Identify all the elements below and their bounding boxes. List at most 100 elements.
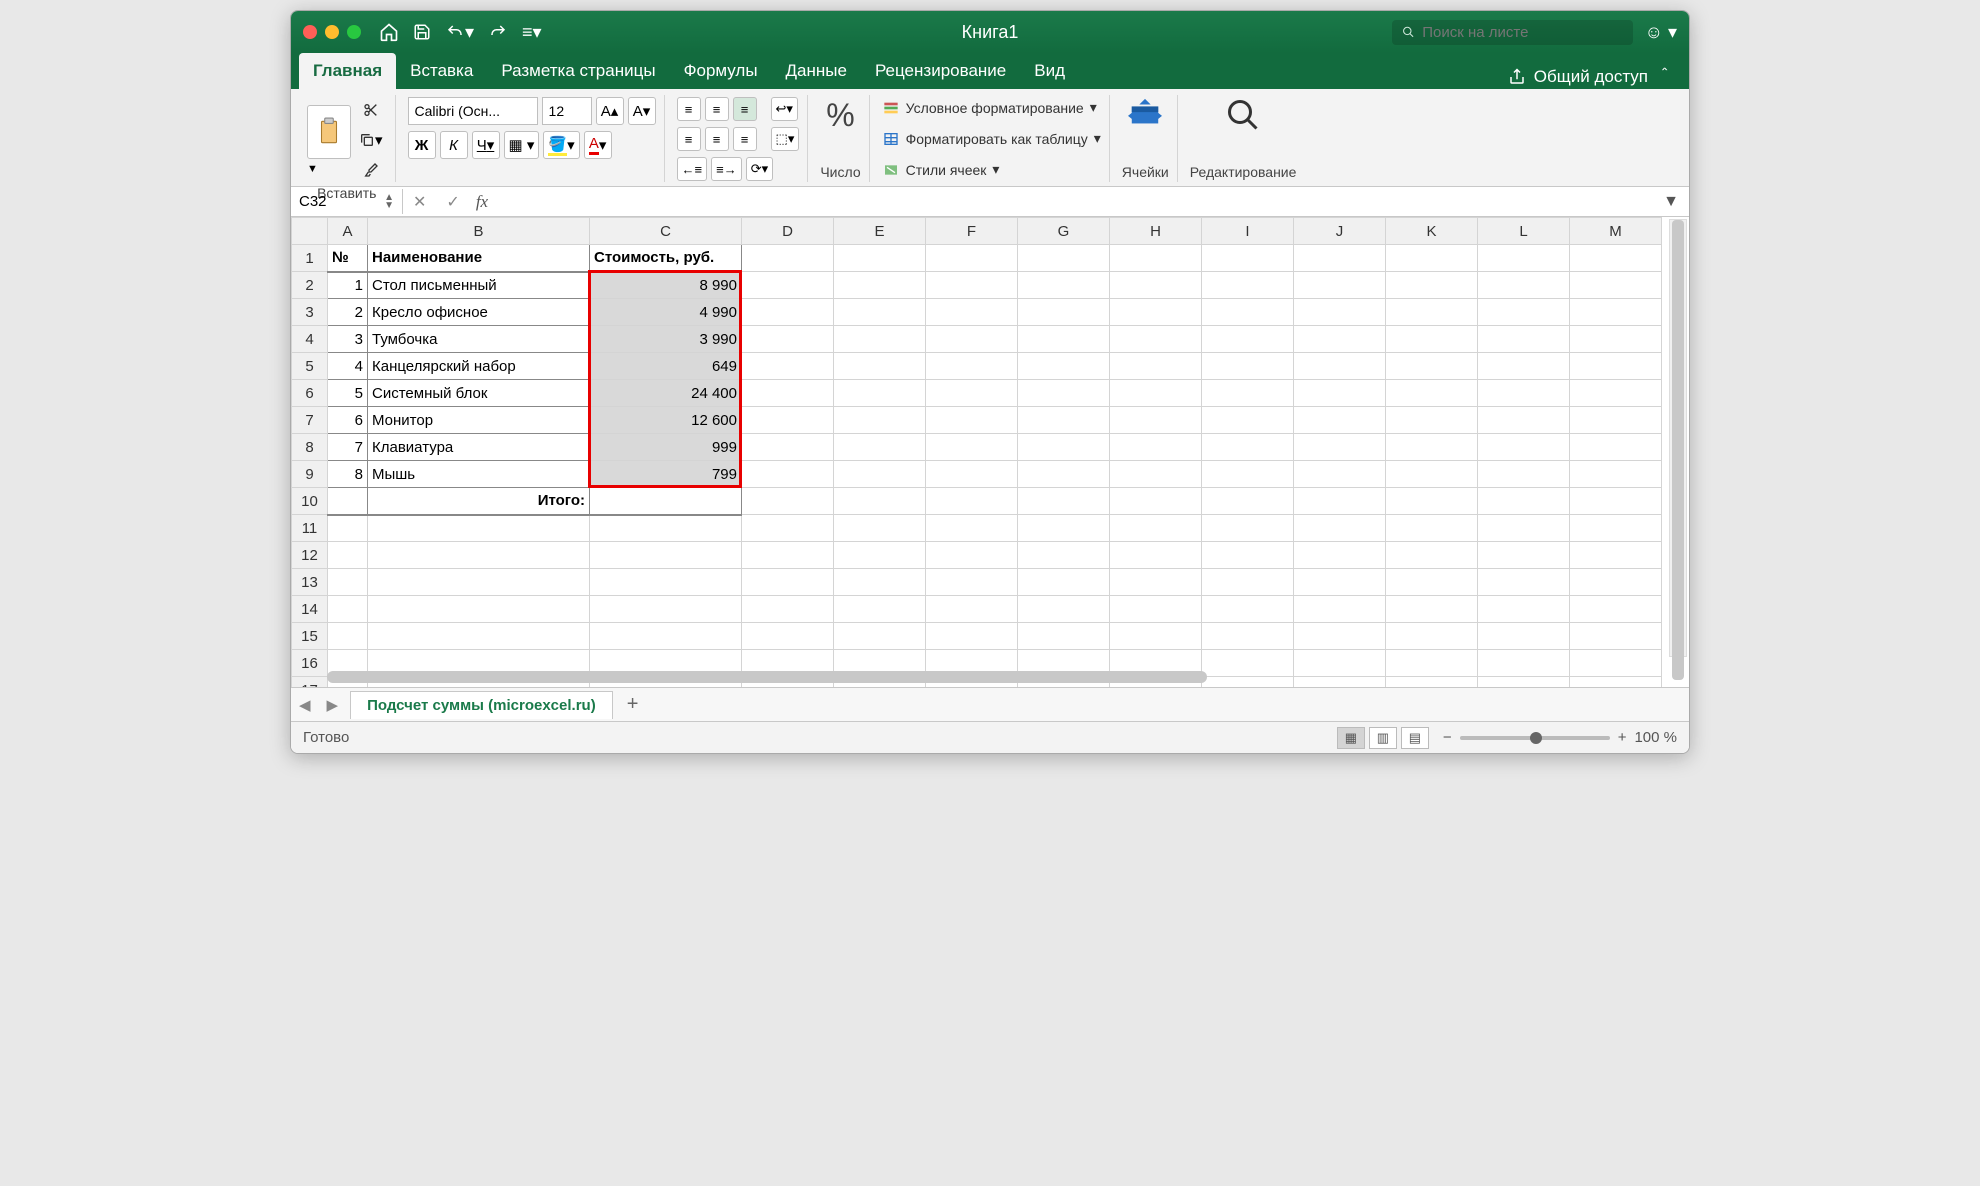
cell[interactable] [1202,407,1294,434]
search-box[interactable] [1392,20,1633,45]
tab-insert[interactable]: Вставка [396,53,487,89]
sheet-prev-button[interactable]: ◀ [291,696,319,714]
cell[interactable]: 12 600 [590,407,742,434]
cell[interactable]: 8 [328,461,368,488]
cell[interactable] [1294,299,1386,326]
row-header[interactable]: 7 [292,407,328,434]
row-header[interactable]: 15 [292,623,328,650]
cell[interactable] [1110,380,1202,407]
cell[interactable] [1386,380,1478,407]
border-button[interactable]: ▦ ▾ [504,131,540,159]
cell[interactable] [1202,326,1294,353]
row-header[interactable]: 1 [292,245,328,272]
share-button[interactable]: Общий доступ ＾ [1508,64,1681,89]
cell[interactable] [1294,569,1386,596]
horizontal-scrollbar[interactable] [327,669,1667,685]
cell-styles-button[interactable]: Стили ячеек ▾ [882,159,1000,180]
zoom-slider[interactable] [1460,736,1610,740]
cell[interactable] [1202,299,1294,326]
cell[interactable]: 2 [328,299,368,326]
cell[interactable] [1386,299,1478,326]
cell[interactable] [926,569,1018,596]
cell[interactable] [834,596,926,623]
cell[interactable] [1294,434,1386,461]
tab-data[interactable]: Данные [772,53,861,89]
cell[interactable] [926,596,1018,623]
align-middle-button[interactable]: ≡ [705,97,729,121]
cell[interactable] [1294,380,1386,407]
cell[interactable] [328,623,368,650]
column-header[interactable]: L [1478,218,1570,245]
cell[interactable] [1110,596,1202,623]
cell[interactable] [1478,299,1570,326]
cell[interactable] [1018,569,1110,596]
cell[interactable] [1018,380,1110,407]
cell[interactable] [1202,542,1294,569]
cell[interactable] [368,542,590,569]
underline-button[interactable]: Ч ▾ [472,131,500,159]
cell[interactable]: 999 [590,434,742,461]
cells-icon[interactable] [1126,97,1164,131]
cell[interactable] [1570,461,1662,488]
cell[interactable] [1386,407,1478,434]
select-all-cell[interactable] [292,218,328,245]
column-header[interactable]: M [1570,218,1662,245]
cell[interactable] [1478,461,1570,488]
column-header[interactable]: J [1294,218,1386,245]
cell[interactable] [1110,326,1202,353]
font-size-select[interactable] [542,97,592,125]
cell[interactable] [328,515,368,542]
wrap-text-button[interactable]: ↩▾ [771,97,798,121]
cell[interactable] [1478,596,1570,623]
cell[interactable] [1202,353,1294,380]
row-header[interactable]: 17 [292,677,328,688]
column-header[interactable]: A [328,218,368,245]
format-as-table-button[interactable]: Форматировать как таблицу ▾ [882,128,1101,149]
cell[interactable]: Мышь [368,461,590,488]
cell[interactable] [1294,542,1386,569]
user-icon[interactable]: ☺ ▾ [1645,22,1677,43]
home-icon[interactable] [379,22,399,42]
find-icon[interactable] [1225,97,1261,133]
row-header[interactable]: 14 [292,596,328,623]
cell[interactable] [1386,434,1478,461]
page-break-view-button[interactable]: ▤ [1401,727,1429,749]
cell[interactable] [1110,461,1202,488]
cell[interactable] [1478,407,1570,434]
spreadsheet-grid[interactable]: ABCDEFGHIJKLM1№НаименованиеСтоимость, ру… [291,217,1689,687]
cell[interactable] [1386,623,1478,650]
cell[interactable] [1110,407,1202,434]
cell[interactable] [1018,326,1110,353]
format-painter-button[interactable] [355,157,387,183]
cell[interactable] [1386,461,1478,488]
cell[interactable] [1018,407,1110,434]
cell[interactable] [590,515,742,542]
align-center-button[interactable]: ≡ [705,127,729,151]
column-header[interactable]: F [926,218,1018,245]
cell[interactable] [1478,353,1570,380]
cell[interactable]: № [328,245,368,272]
cell[interactable] [1386,596,1478,623]
cell[interactable] [1386,542,1478,569]
italic-button[interactable]: К [440,131,468,159]
cell[interactable] [1570,245,1662,272]
column-header[interactable]: I [1202,218,1294,245]
cell[interactable] [1478,272,1570,299]
row-header[interactable]: 2 [292,272,328,299]
name-box[interactable]: C32 ▲▼ [291,189,403,214]
cell[interactable] [742,407,834,434]
cell[interactable] [1202,245,1294,272]
align-bottom-button[interactable]: ≡ [733,97,757,121]
cell[interactable]: 649 [590,353,742,380]
cell[interactable] [1202,623,1294,650]
cell[interactable] [742,542,834,569]
cell[interactable] [1570,299,1662,326]
cell[interactable] [368,515,590,542]
search-input[interactable] [1422,24,1622,41]
align-top-button[interactable]: ≡ [677,97,701,121]
cell[interactable] [834,407,926,434]
cell[interactable] [1386,569,1478,596]
copy-button[interactable]: ▾ [355,127,387,153]
increase-indent-button[interactable]: ≡→ [711,157,742,181]
cell[interactable] [742,434,834,461]
